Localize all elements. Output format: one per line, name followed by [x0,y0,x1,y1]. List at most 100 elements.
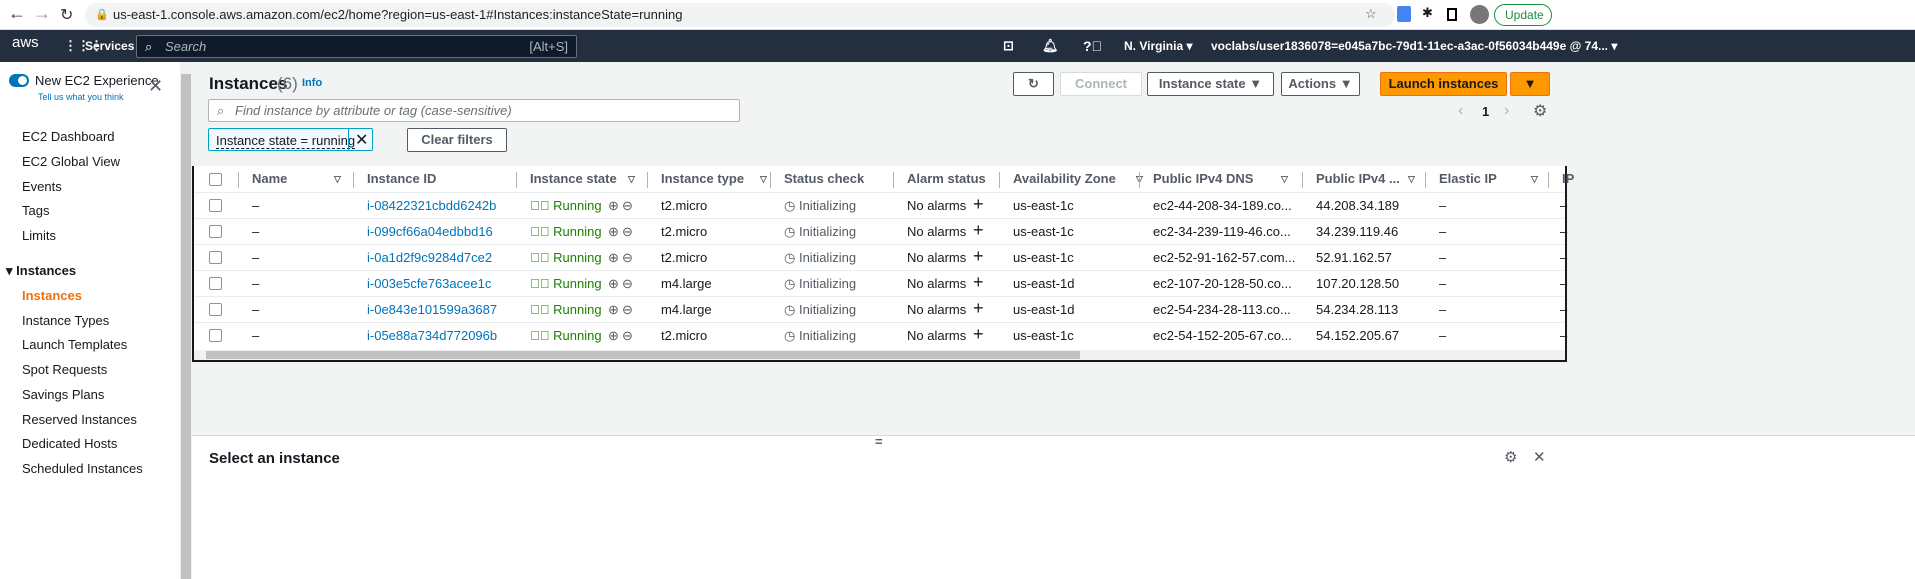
zoom-in-icon[interactable]: ⊕ [608,219,619,244]
add-alarm-icon[interactable]: + [973,193,984,216]
remove-filter-icon[interactable]: ✕ [355,130,368,150]
column-header[interactable]: Status check [784,166,864,192]
resize-handle[interactable]: = [875,434,883,449]
column-separator[interactable] [1139,172,1140,188]
address-bar[interactable]: 🔒 us-east-1.console.aws.amazon.com/ec2/ho… [85,3,1395,27]
zoom-out-icon[interactable]: ⊖ [622,297,633,322]
reload-icon[interactable]: ↻ [60,5,73,25]
column-header[interactable]: Name [252,166,287,192]
column-header[interactable]: Public IPv4 ... [1316,166,1400,192]
instance-id-link[interactable]: i-099cf66a04edbbd16 [367,219,493,244]
instance-id-link[interactable]: i-003e5cfe763acee1c [367,271,491,296]
prev-page-icon[interactable]: ‹ [1458,102,1463,120]
page-number[interactable]: 1 [1482,104,1489,119]
help-icon[interactable]: ?⃝ [1083,30,1102,62]
select-all-checkbox[interactable] [209,173,222,186]
zoom-out-icon[interactable]: ⊖ [622,323,633,348]
sidebar-subitem[interactable]: Reserved Instances [22,412,137,427]
add-alarm-icon[interactable]: + [973,323,984,346]
instance-id-link[interactable]: i-08422321cbdd6242b [367,193,496,218]
close-icon[interactable]: ✕ [148,76,163,97]
sidepanel-icon[interactable] [1447,8,1457,21]
column-header[interactable]: Instance ID [367,166,436,192]
filter-token-label[interactable]: Instance state = running [216,133,356,149]
close-icon[interactable]: ✕ [1533,448,1546,466]
gear-icon[interactable]: ⚙ [1504,448,1517,466]
sidebar-section-instances[interactable]: ▾ Instances [6,263,76,279]
update-button[interactable]: Update ⋮ [1494,4,1552,42]
row-checkbox[interactable] [209,199,222,212]
instance-id-link[interactable]: i-0a1d2f9c9284d7ce2 [367,245,492,270]
column-separator[interactable] [238,172,239,188]
actions-button[interactable]: Actions ▼ [1281,72,1360,96]
sidebar-subitem[interactable]: Spot Requests [22,362,107,377]
refresh-button[interactable]: ↻ [1013,72,1054,96]
connect-button[interactable]: Connect [1060,72,1142,96]
table-row[interactable]: – i-0a1d2f9c9284d7ce2 ✓⃝ Running ⊕ ⊖ t2.… [194,244,1567,270]
next-page-icon[interactable]: › [1504,102,1509,120]
zoom-out-icon[interactable]: ⊖ [622,193,633,218]
filter-icon[interactable]: ▽ [1531,166,1538,192]
column-separator[interactable] [1548,172,1549,188]
row-checkbox[interactable] [209,225,222,238]
filter-icon[interactable]: ▽ [1408,166,1415,192]
zoom-in-icon[interactable]: ⊕ [608,245,619,270]
column-header[interactable]: Elastic IP [1439,166,1497,192]
cloudshell-icon[interactable]: ⊡ [1003,30,1014,62]
column-separator[interactable] [353,172,354,188]
info-link[interactable]: Info [302,77,322,89]
instance-id-link[interactable]: i-05e88a734d772096b [367,323,497,348]
row-checkbox[interactable] [209,329,222,342]
region-selector[interactable]: N. Virginia ▾ [1124,30,1193,62]
zoom-out-icon[interactable]: ⊖ [622,245,633,270]
filter-icon[interactable]: ▽ [760,166,767,192]
filter-icon[interactable]: ▽ [628,166,635,192]
launch-instances-button[interactable]: Launch instances [1380,72,1507,96]
table-row[interactable]: – i-08422321cbdd6242b ✓⃝ Running ⊕ ⊖ t2.… [194,192,1567,218]
filter-icon[interactable]: ▽ [334,166,341,192]
table-row[interactable]: – i-003e5cfe763acee1c ✓⃝ Running ⊕ ⊖ m4.… [194,270,1567,296]
sidebar-subitem[interactable]: Scheduled Instances [22,461,143,476]
sidebar-subitem[interactable]: Instance Types [22,313,109,328]
new-experience-toggle[interactable] [9,74,29,87]
column-header[interactable]: IP [1562,166,1574,192]
column-header[interactable]: Instance type [661,166,744,192]
gear-icon[interactable]: ⚙ [1533,101,1547,121]
add-alarm-icon[interactable]: + [973,271,984,294]
column-separator[interactable] [770,172,771,188]
star-icon[interactable]: ☆ [1365,6,1377,22]
sidebar-item[interactable]: EC2 Global View [22,154,120,169]
sidebar-scrollbar[interactable] [180,62,192,579]
zoom-out-icon[interactable]: ⊖ [622,271,633,296]
sidebar-item[interactable]: Events [22,179,62,194]
row-checkbox[interactable] [209,251,222,264]
services-menu[interactable]: Services [85,30,134,62]
row-checkbox[interactable] [209,303,222,316]
aws-logo[interactable]: aws [12,30,39,56]
zoom-in-icon[interactable]: ⊕ [608,193,619,218]
sidebar-item[interactable]: EC2 Dashboard [22,129,115,144]
bell-icon[interactable]: 🔔︎ [1042,30,1059,62]
avatar[interactable] [1470,5,1489,24]
extensions-icon[interactable]: ✱ [1422,5,1433,21]
zoom-in-icon[interactable]: ⊕ [608,297,619,322]
sidebar-item[interactable]: Tags [22,203,49,218]
search-input[interactable]: ⌕ Search [Alt+S] [136,35,577,58]
sidebar-subitem[interactable]: Launch Templates [22,337,127,352]
add-alarm-icon[interactable]: + [973,219,984,242]
feedback-link[interactable]: Tell us what you think [38,92,124,102]
zoom-in-icon[interactable]: ⊕ [608,271,619,296]
account-menu[interactable]: voclabs/user1836078=e045a7bc-79d1-11ec-a… [1211,30,1617,62]
sidebar-subitem[interactable]: Instances [22,288,82,303]
column-separator[interactable] [1425,172,1426,188]
column-separator[interactable] [999,172,1000,188]
column-header[interactable]: Public IPv4 DNS [1153,166,1253,192]
launch-dropdown-button[interactable]: ▼ [1510,72,1550,96]
translate-extension-icon[interactable] [1397,6,1411,22]
sidebar-subitem[interactable]: Dedicated Hosts [22,436,117,451]
clear-filters-button[interactable]: Clear filters [407,128,507,152]
column-separator[interactable] [893,172,894,188]
find-instance-input[interactable]: ⌕ Find instance by attribute or tag (case… [208,99,740,122]
table-row[interactable]: – i-0e843e101599a3687 ✓⃝ Running ⊕ ⊖ m4.… [194,296,1567,322]
column-separator[interactable] [516,172,517,188]
